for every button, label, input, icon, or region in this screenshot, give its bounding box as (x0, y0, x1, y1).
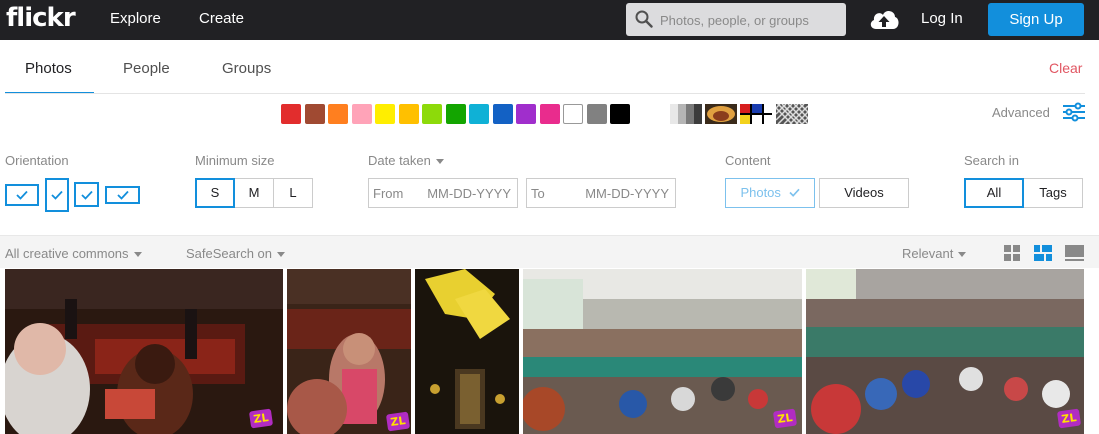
license-dropdown[interactable]: All creative commons (5, 246, 142, 261)
photo-girl-dancing[interactable] (287, 269, 411, 434)
top-navigation-bar: flickr Explore Create Log In Sign Up (0, 0, 1099, 40)
color-swatch-lime[interactable] (422, 104, 442, 124)
size-medium-option[interactable]: M (234, 178, 274, 208)
color-swatch-red[interactable] (281, 104, 301, 124)
upload-cloud-icon[interactable] (868, 6, 900, 32)
size-large-option[interactable]: L (273, 178, 313, 208)
orientation-landscape[interactable] (5, 184, 39, 206)
sort-text: Relevant (902, 246, 954, 261)
watermark-badge: ZL (1056, 408, 1082, 429)
content-photos-option[interactable]: Photos (725, 178, 815, 208)
watermark-badge: ZL (248, 408, 274, 429)
date-from-field[interactable]: From MM-DD-YYYY (368, 178, 518, 208)
chevron-down-icon (435, 159, 444, 165)
shallow-depth-of-field-icon[interactable] (705, 104, 737, 124)
nav-explore[interactable]: Explore (110, 10, 161, 27)
color-swatch-teal[interactable] (469, 104, 489, 124)
search-in-all-option[interactable]: All (964, 178, 1024, 208)
photo-children-party[interactable] (5, 269, 283, 434)
color-swatch-green[interactable] (445, 104, 466, 124)
nav-create[interactable]: Create (199, 10, 244, 27)
minimalist-icon[interactable] (740, 104, 772, 124)
divider (5, 93, 1085, 94)
detail-view-icon[interactable] (1065, 245, 1084, 262)
content-photos-text: Photos (740, 185, 781, 200)
watermark-badge: ZL (772, 408, 798, 429)
color-swatch-brown[interactable] (304, 104, 325, 124)
date-taken-label[interactable]: Date taken (368, 153, 444, 168)
color-swatch-blue[interactable] (492, 104, 513, 124)
photo-yellow-decoration[interactable] (415, 269, 519, 434)
sort-bar: All creative commons SafeSearch on Relev… (0, 235, 1099, 268)
tab-groups[interactable]: Groups (222, 60, 271, 77)
orientation-panorama[interactable] (105, 186, 140, 204)
date-to-label: To (531, 186, 545, 201)
sort-dropdown[interactable]: Relevant (902, 246, 967, 261)
color-swatch-orange[interactable] (328, 104, 348, 124)
color-swatch-purple[interactable] (516, 104, 536, 124)
date-to-placeholder: MM-DD-YYYY (585, 186, 669, 201)
signup-button[interactable]: Sign Up (988, 3, 1084, 36)
content-label: Content (725, 153, 771, 168)
orientation-square[interactable] (74, 182, 99, 207)
color-swatch-black[interactable] (610, 104, 630, 124)
chevron-down-icon (958, 252, 967, 258)
sliders-icon[interactable] (1063, 102, 1085, 122)
check-icon (80, 190, 93, 200)
check-icon (116, 190, 129, 200)
color-swatch-yellow[interactable] (375, 104, 395, 124)
photo-image (287, 269, 411, 434)
color-swatch-white[interactable] (563, 104, 583, 124)
color-swatch-pink[interactable] (351, 104, 372, 124)
chevron-down-icon (277, 252, 286, 258)
search-in-tags-option[interactable]: Tags (1023, 178, 1083, 208)
orientation-portrait[interactable] (45, 178, 69, 212)
content-videos-option[interactable]: Videos (819, 178, 909, 208)
search-in-label: Search in (964, 153, 1019, 168)
license-text: All creative commons (5, 246, 129, 261)
search-box[interactable] (626, 3, 846, 36)
watermark-badge: ZL (385, 411, 411, 432)
grid-view-icon[interactable] (1004, 245, 1021, 262)
check-icon (51, 190, 63, 200)
patterns-icon[interactable] (776, 104, 808, 124)
justified-view-icon[interactable] (1034, 245, 1052, 262)
tab-photos[interactable]: Photos (25, 60, 72, 77)
color-swatch-grey[interactable] (586, 104, 607, 124)
clear-filters-link[interactable]: Clear (1049, 60, 1082, 76)
safesearch-dropdown[interactable]: SafeSearch on (186, 246, 286, 261)
flickr-logo[interactable]: flickr (6, 3, 76, 33)
black-and-white-icon[interactable] (670, 104, 702, 124)
search-icon (635, 10, 653, 28)
search-input[interactable] (660, 9, 840, 31)
photo-image (5, 269, 283, 434)
photo-image (523, 269, 802, 434)
photo-dance-hall[interactable] (523, 269, 802, 434)
chevron-down-icon (133, 252, 142, 258)
orientation-label: Orientation (5, 153, 69, 168)
date-from-placeholder: MM-DD-YYYY (427, 186, 511, 201)
check-icon (788, 188, 800, 197)
login-link[interactable]: Log In (921, 10, 963, 27)
search-tabs: Photos People Groups (0, 40, 1099, 94)
date-taken-text: Date taken (368, 153, 431, 168)
check-icon (16, 190, 28, 200)
photo-image (415, 269, 519, 434)
safesearch-text: SafeSearch on (186, 246, 273, 261)
color-swatch-magenta[interactable] (539, 104, 560, 124)
photo-image (806, 269, 1084, 434)
photo-kids-dancing[interactable] (806, 269, 1084, 434)
tab-people[interactable]: People (123, 60, 170, 77)
advanced-link[interactable]: Advanced (992, 105, 1050, 120)
date-from-label: From (373, 186, 404, 201)
minimum-size-label: Minimum size (195, 153, 275, 168)
date-to-field[interactable]: To MM-DD-YYYY (526, 178, 676, 208)
color-swatch-gold[interactable] (398, 104, 419, 124)
size-small-option[interactable]: S (195, 178, 235, 208)
